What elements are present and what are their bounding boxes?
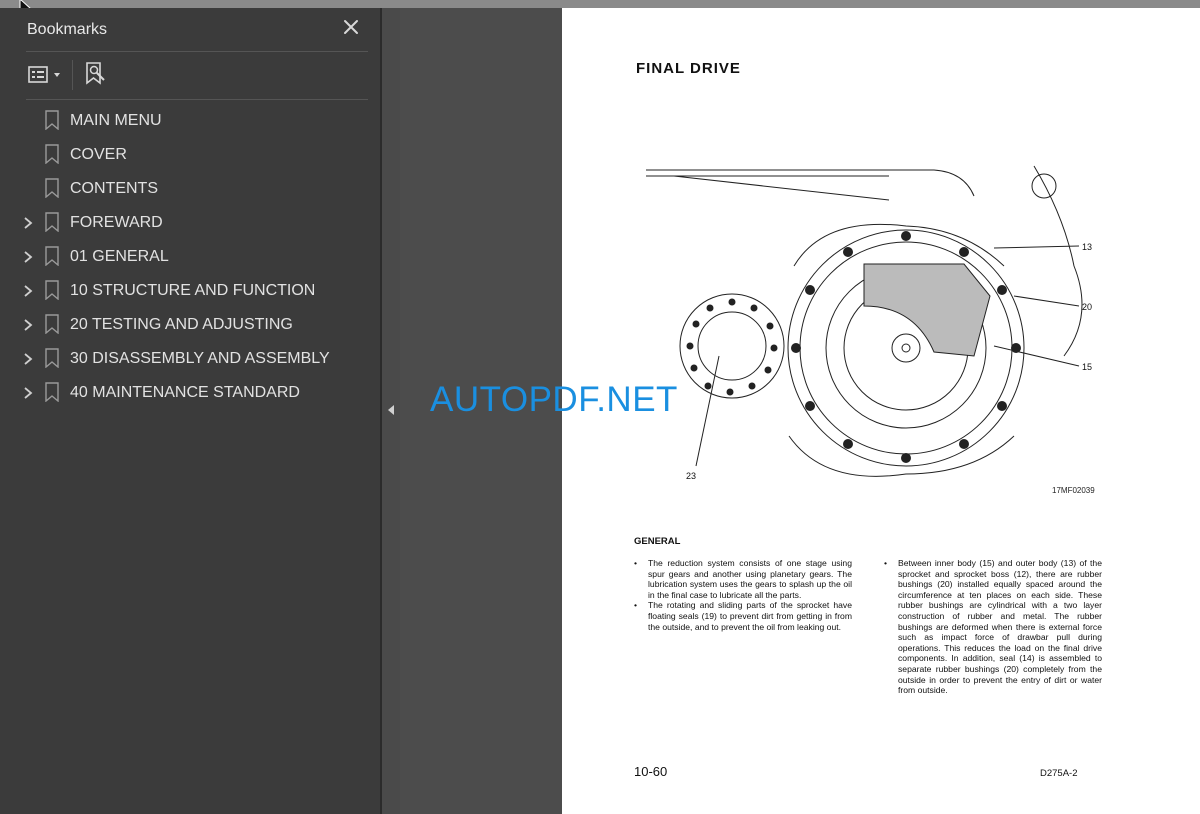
panel-separator (26, 99, 368, 100)
bookmark-label: COVER (70, 146, 127, 163)
bookmark-contents[interactable]: CONTENTS (12, 172, 380, 206)
bookmark-icon (45, 348, 59, 368)
bookmark-30-disassembly-and-assembly[interactable]: 30 DISASSEMBLY AND ASSEMBLY (12, 342, 380, 376)
callout-20: 20 (1082, 302, 1092, 312)
watermark-text: AUTOPDF.NET (430, 380, 678, 419)
final-drive-figure: 13 20 15 23 (646, 165, 1092, 481)
bookmark-40-maintenance-standard[interactable]: 40 MAINTENANCE STANDARD (12, 376, 380, 410)
paragraph-text: The rotating and sliding parts of the sp… (648, 600, 852, 632)
bookmark-icon (45, 110, 59, 130)
bookmark-icon (45, 280, 59, 300)
bookmark-20-testing-and-adjusting[interactable]: 20 TESTING AND ADJUSTING (12, 308, 380, 342)
bullet-paragraph: • The reduction system consists of one s… (634, 558, 852, 600)
chevron-right-icon[interactable] (22, 352, 34, 366)
collapse-panel-icon[interactable] (384, 402, 398, 418)
paragraph-text: The reduction system consists of one sta… (648, 558, 852, 600)
bullet-icon: • (884, 558, 888, 568)
page-number: 10-60 (634, 764, 668, 779)
navigation-rail (0, 8, 12, 814)
section-heading: GENERAL (634, 536, 681, 547)
callout-23: 23 (686, 471, 696, 481)
bookmark-10-structure-and-function[interactable]: 10 STRUCTURE AND FUNCTION (12, 274, 380, 308)
bullet-icon: • (634, 558, 638, 568)
top-toolbar-edge (0, 0, 1200, 8)
bullet-icon: • (634, 600, 638, 611)
find-current-bookmark-icon[interactable] (84, 61, 108, 87)
bookmark-label: FOREWARD (70, 214, 163, 231)
bookmark-label: 01 GENERAL (70, 248, 169, 265)
bookmark-icon (45, 144, 59, 164)
bookmark-main-menu[interactable]: MAIN MENU (12, 104, 380, 138)
text-column-right: • Between inner body (15) and outer body… (884, 558, 1102, 696)
bookmarks-panel: Bookmarks MAIN MENU COVER CONTENTS FOREW… (12, 8, 380, 814)
bookmark-icon (45, 178, 59, 198)
panel-title: Bookmarks (27, 21, 108, 38)
callout-15: 15 (1082, 362, 1092, 372)
chevron-right-icon[interactable] (22, 386, 34, 400)
figure-id: 17MF02039 (1052, 486, 1095, 495)
chevron-right-icon[interactable] (22, 216, 34, 230)
page-title: FINAL DRIVE (636, 60, 741, 77)
bookmark-icon (45, 246, 59, 266)
bookmark-icon (45, 314, 59, 334)
toolbar-divider (72, 60, 73, 90)
bullet-paragraph: • Between inner body (15) and outer body… (884, 558, 1102, 696)
model-code: D275A-2 (1040, 768, 1078, 779)
chevron-right-icon[interactable] (22, 250, 34, 264)
bookmark-01-general[interactable]: 01 GENERAL (12, 240, 380, 274)
callout-13: 13 (1082, 242, 1092, 252)
bookmark-options-icon[interactable] (27, 64, 67, 86)
bookmark-label: 30 DISASSEMBLY AND ASSEMBLY (70, 350, 330, 367)
bookmark-label: 20 TESTING AND ADJUSTING (70, 316, 293, 333)
bookmark-icon (45, 382, 59, 402)
bullet-paragraph: • The rotating and sliding parts of the … (634, 600, 852, 632)
bookmark-foreward[interactable]: FOREWARD (12, 206, 380, 240)
bookmark-cover[interactable]: COVER (12, 138, 380, 172)
panel-splitter[interactable] (380, 8, 382, 814)
chevron-right-icon[interactable] (22, 318, 34, 332)
paragraph-text: Between inner body (15) and outer body (… (898, 558, 1102, 696)
panel-separator (26, 51, 368, 52)
chevron-right-icon[interactable] (22, 284, 34, 298)
bookmark-label: CONTENTS (70, 180, 158, 197)
bookmark-icon (45, 212, 59, 232)
bookmark-label: 10 STRUCTURE AND FUNCTION (70, 282, 316, 299)
close-icon[interactable] (340, 16, 362, 38)
text-column-left: • The reduction system consists of one s… (634, 558, 852, 632)
bookmark-label: MAIN MENU (70, 112, 162, 129)
bookmark-label: 40 MAINTENANCE STANDARD (70, 384, 300, 401)
